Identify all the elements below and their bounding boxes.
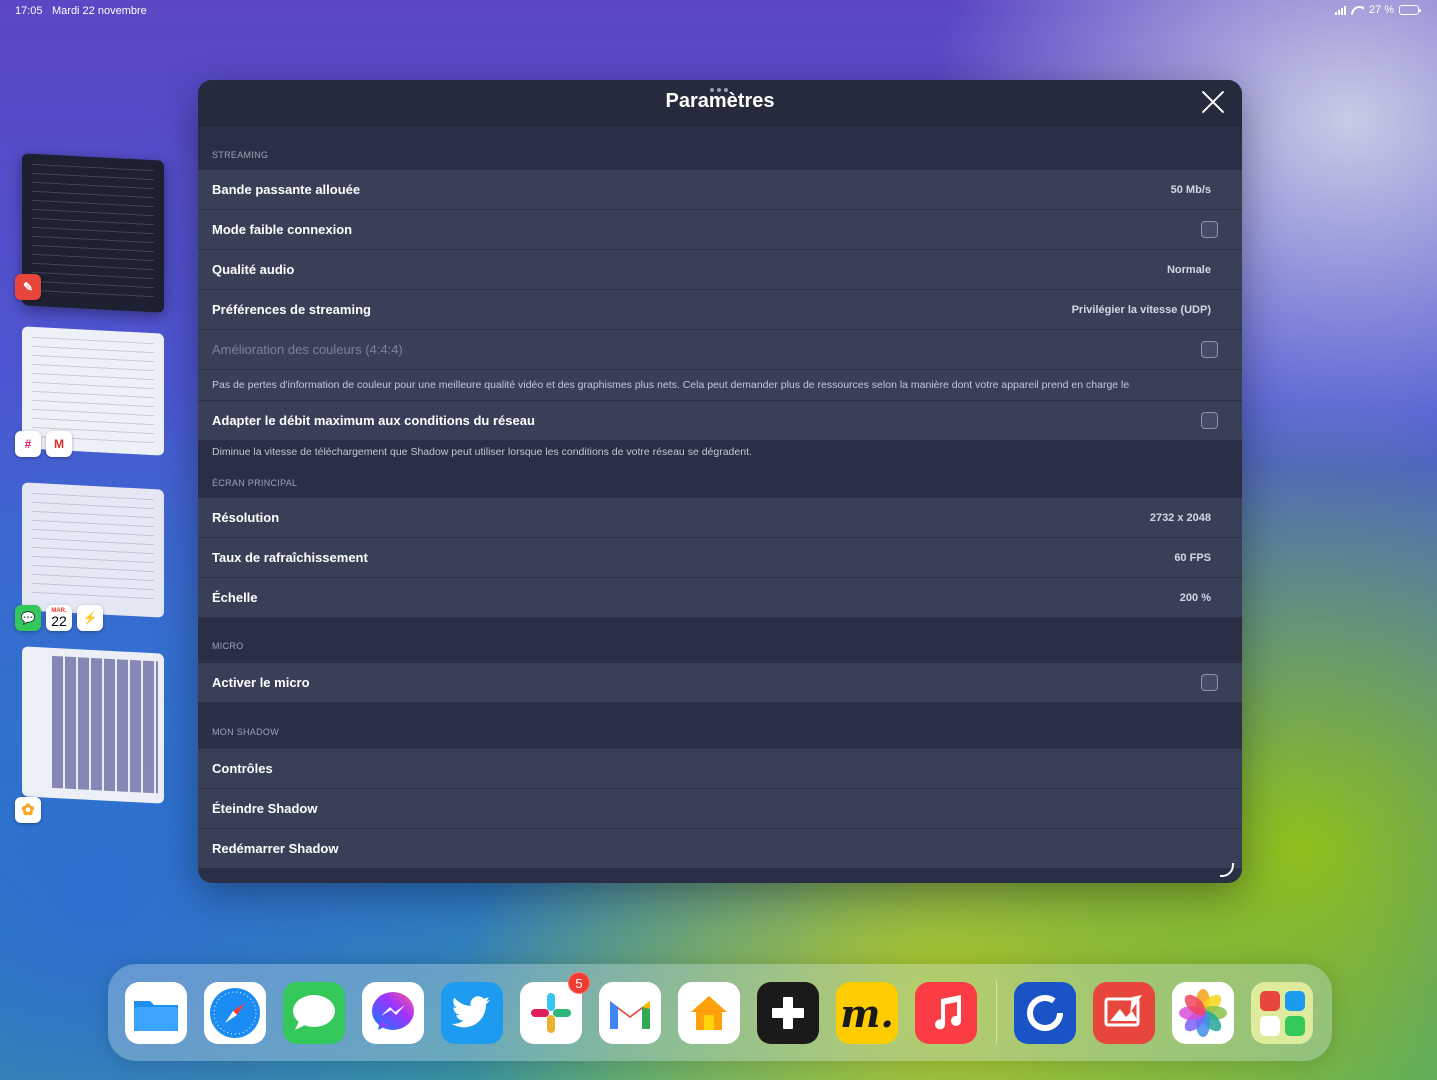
row-color-enhancement: Amélioration des couleurs (4:4:4) <box>198 330 1242 370</box>
row-value: 2732 x 2048 <box>1149 511 1211 524</box>
row-value: 200 % <box>1179 591 1211 604</box>
battery-icon <box>1399 5 1421 15</box>
app-switcher-thumbnail-shadow[interactable] <box>22 153 164 313</box>
dock-gmail-icon[interactable] <box>599 982 661 1044</box>
adapt-bitrate-description: Diminue la vitesse de téléchargement que… <box>198 441 1242 463</box>
section-header-streaming: STREAMING <box>212 150 269 160</box>
row-label: Mode faible connexion <box>212 222 353 237</box>
app-switcher-thumbnail-slack-gmail[interactable] <box>22 326 164 456</box>
wifi-icon <box>1351 6 1364 15</box>
folder-maps-icon <box>1259 1015 1280 1036</box>
status-time: 17:05 <box>15 5 43 17</box>
dock-marvel-icon[interactable]: m. <box>836 982 898 1044</box>
color-enhancement-checkbox[interactable] <box>1201 341 1218 358</box>
section-header-my-shadow: MON SHADOW <box>212 727 279 737</box>
row-value: 50 Mb/s <box>1170 183 1211 196</box>
modal-header: Paramètres <box>198 80 1242 126</box>
calendar-day: 22 <box>51 613 67 629</box>
settings-modal: Paramètres STREAMING Bande passante allo… <box>198 80 1242 883</box>
status-bar: 17:05 Mardi 22 novembre 27 % <box>0 0 1437 22</box>
dock-divider <box>996 980 997 1044</box>
status-date: Mardi 22 novembre <box>52 5 147 17</box>
calendar-app-icon: MAR. 22 <box>46 605 72 631</box>
row-controls[interactable]: Contrôles <box>198 749 1242 789</box>
row-shutdown-shadow[interactable]: Éteindre Shadow <box>198 789 1242 829</box>
dock-shadow-pc-icon[interactable] <box>1014 982 1076 1044</box>
battery-percentage: 27 % <box>1368 4 1394 16</box>
cellular-signal-icon <box>1334 5 1346 15</box>
dock-affinity-icon[interactable] <box>1093 982 1155 1044</box>
row-label: Qualité audio <box>212 262 295 277</box>
row-restart-shadow[interactable]: Redémarrer Shadow <box>198 829 1242 869</box>
dock-messenger-icon[interactable] <box>362 982 424 1044</box>
app-switcher-thumbnail-photos[interactable] <box>22 646 164 804</box>
gmail-app-icon: M <box>46 431 72 457</box>
row-low-connection: Mode faible connexion <box>198 210 1242 250</box>
app-switcher-thumbnail-messages[interactable] <box>22 482 164 618</box>
row-audio-quality[interactable]: Qualité audio Normale <box>198 250 1242 290</box>
dock-shadow-icon[interactable] <box>757 982 819 1044</box>
row-streaming-preferences[interactable]: Préférences de streaming Privilégier la … <box>198 290 1242 330</box>
status-indicators: 27 % <box>1334 4 1421 16</box>
photos-app-icon: ✿ <box>15 797 41 823</box>
row-label: Taux de rafraîchissement <box>212 550 368 565</box>
dock-home-icon[interactable] <box>678 982 740 1044</box>
row-label: Adapter le débit maximum aux conditions … <box>212 413 535 428</box>
low-connection-checkbox[interactable] <box>1201 221 1218 238</box>
folder-affinity-icon <box>1259 990 1280 1011</box>
folder-twitter-icon <box>1284 990 1305 1011</box>
color-enhancement-description: Pas de pertes d'information de couleur p… <box>198 370 1242 401</box>
dock-slack-icon[interactable]: 5 <box>520 972 590 1044</box>
dock-messages-icon[interactable] <box>283 982 345 1044</box>
row-label: Éteindre Shadow <box>212 801 318 816</box>
row-enable-micro: Activer le micro <box>198 663 1242 703</box>
row-label: Amélioration des couleurs (4:4:4) <box>212 342 403 357</box>
close-button[interactable] <box>1200 89 1226 115</box>
page-title: Paramètres <box>665 90 775 112</box>
row-label: Activer le micro <box>212 675 310 690</box>
row-value: 60 FPS <box>1174 551 1211 564</box>
dock: 5 m. <box>108 964 1332 1061</box>
enable-micro-checkbox[interactable] <box>1201 674 1218 691</box>
row-label: Contrôles <box>212 761 273 776</box>
shadow-pc-app-icon: ✎ <box>15 274 41 300</box>
dock-twitter-icon[interactable] <box>441 982 503 1044</box>
row-label: Redémarrer Shadow <box>212 841 339 856</box>
section-header-micro: MICRO <box>212 641 244 651</box>
adapt-bitrate-checkbox[interactable] <box>1201 412 1218 429</box>
row-label: Résolution <box>212 510 280 525</box>
row-bandwidth[interactable]: Bande passante allouée 50 Mb/s <box>198 170 1242 210</box>
folder-messages-icon <box>1284 1015 1305 1036</box>
messages-app-icon: 💬 <box>15 605 41 631</box>
dock-music-icon[interactable] <box>915 982 977 1044</box>
row-value: Normale <box>1166 263 1211 276</box>
slack-app-icon: # <box>15 431 41 457</box>
row-adapt-bitrate: Adapter le débit maximum aux conditions … <box>198 401 1242 441</box>
row-resolution[interactable]: Résolution 2732 x 2048 <box>198 498 1242 538</box>
row-label: Préférences de streaming <box>212 302 371 317</box>
dock-folder-icon[interactable] <box>1251 982 1313 1044</box>
resize-handle-icon[interactable] <box>1220 863 1234 877</box>
row-value: Privilégier la vitesse (UDP) <box>1071 303 1211 316</box>
section-header-main-screen: ÉCRAN PRINCIPAL <box>212 478 298 488</box>
row-refresh-rate[interactable]: Taux de rafraîchissement 60 FPS <box>198 538 1242 578</box>
messenger-app-icon: ⚡ <box>77 605 103 631</box>
row-label: Bande passante allouée <box>212 182 361 197</box>
dock-safari-icon[interactable] <box>204 982 266 1044</box>
dock-photos-icon[interactable] <box>1172 982 1234 1044</box>
row-scale[interactable]: Échelle 200 % <box>198 578 1242 618</box>
row-label: Échelle <box>212 590 258 605</box>
dock-files-icon[interactable] <box>125 982 187 1044</box>
slack-notification-badge: 5 <box>568 972 590 994</box>
